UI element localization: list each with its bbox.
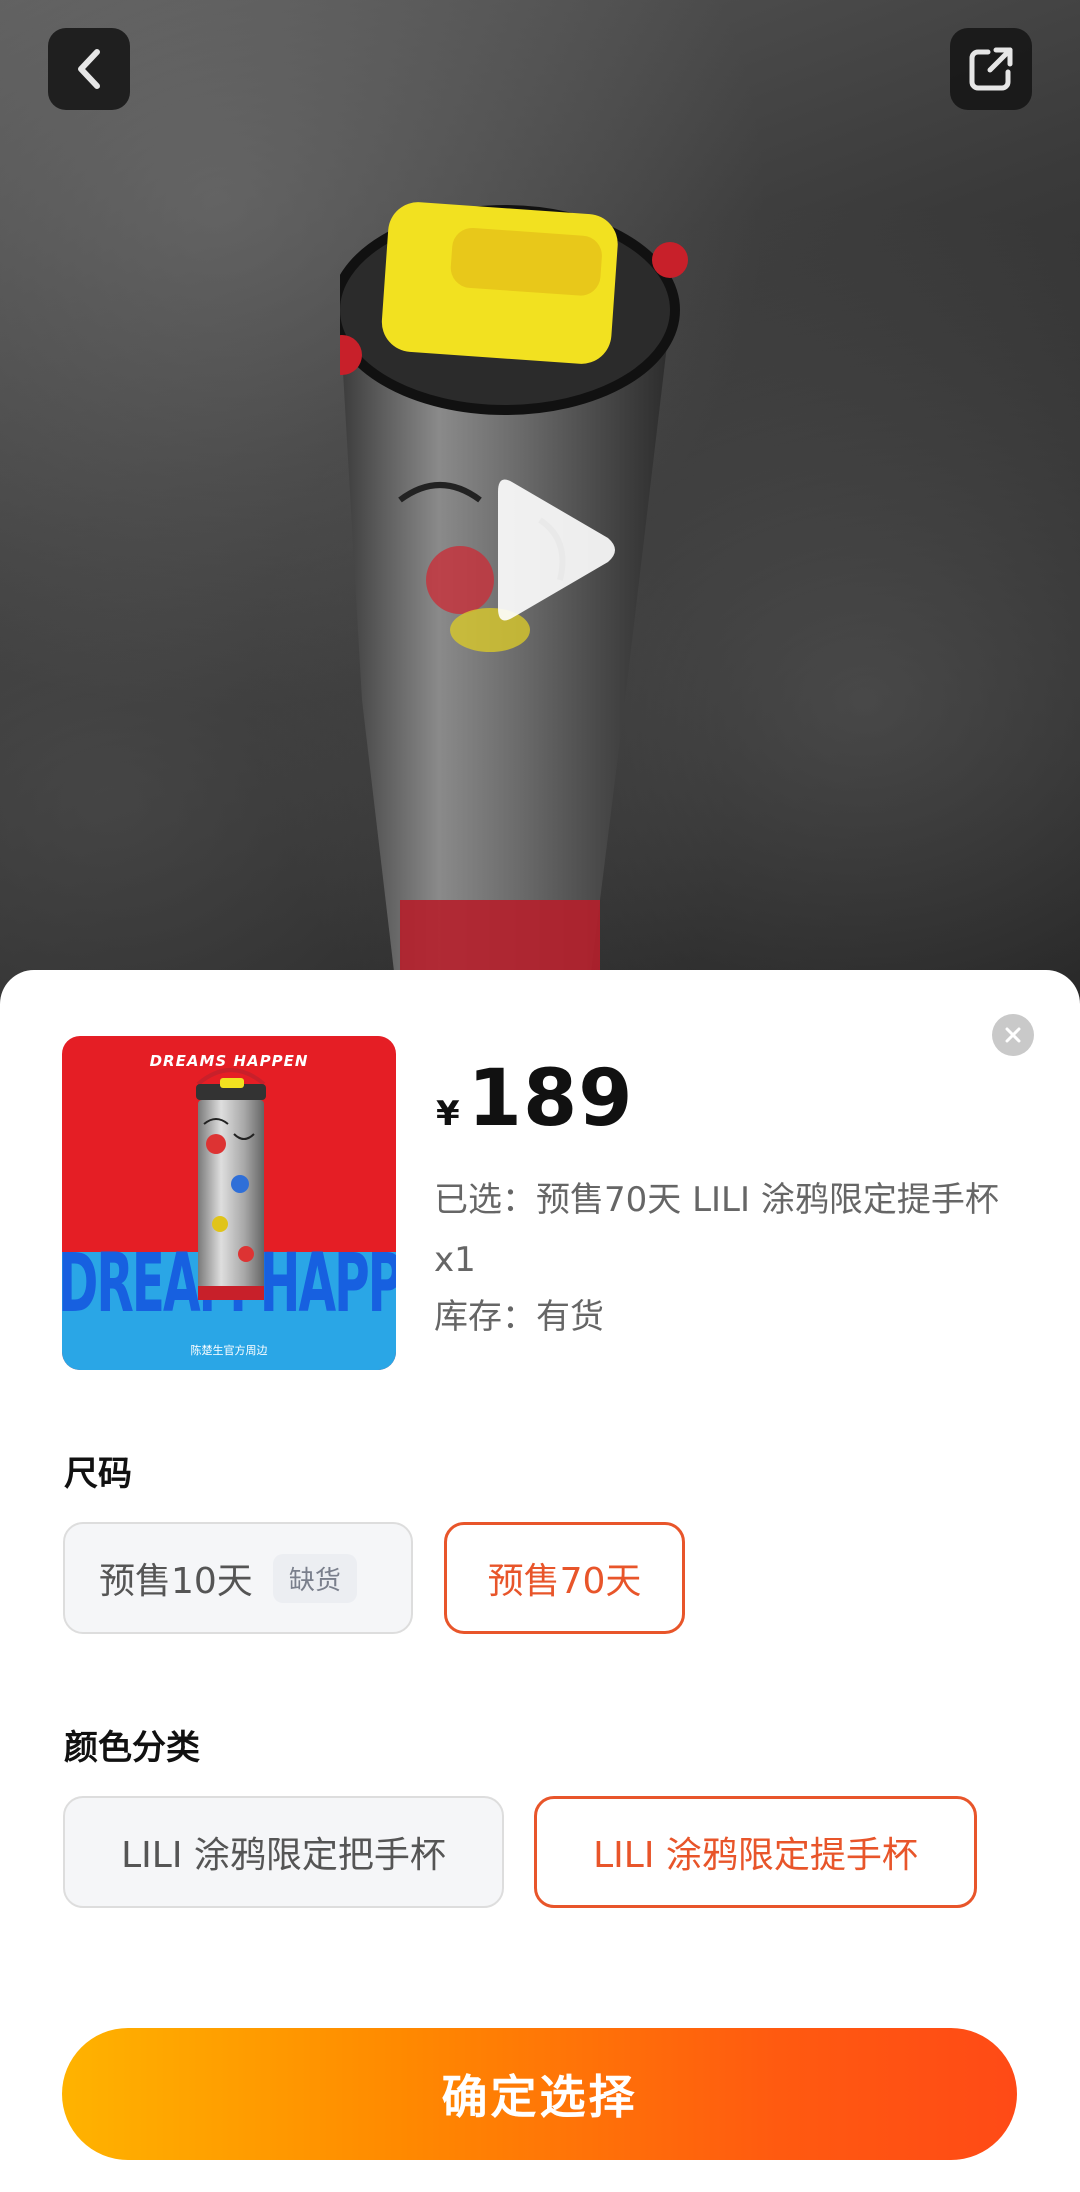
color-option-carry-cup[interactable]: LILI 涂鸦限定提手杯	[534, 1796, 977, 1908]
color-option-label: LILI 涂鸦限定把手杯	[121, 1835, 446, 1876]
size-option-presale-10[interactable]: 预售10天 缺货	[63, 1522, 413, 1634]
out-of-stock-badge: 缺货	[272, 1553, 357, 1603]
currency-symbol: ¥	[436, 1094, 460, 1134]
close-icon	[1005, 1027, 1021, 1043]
color-option-handle-cup[interactable]: LILI 涂鸦限定把手杯	[63, 1796, 504, 1908]
color-section-label: 颜色分类	[64, 1728, 200, 1768]
color-option-label: LILI 涂鸦限定提手杯	[593, 1835, 918, 1876]
close-button[interactable]	[992, 1014, 1034, 1056]
tumbler-icon	[196, 1068, 266, 1300]
product-options-screen: DREAMS HAPPEN DREAM HAPPEN	[0, 0, 1080, 2192]
back-button[interactable]	[48, 28, 130, 110]
share-button[interactable]	[950, 28, 1032, 110]
thumbnail-footer-text: 陈楚生官方周边	[190, 1344, 268, 1357]
play-icon[interactable]	[490, 470, 620, 630]
sku-selector-sheet: DREAMS HAPPEN DREAM HAPPEN	[0, 970, 1080, 2192]
size-option-presale-70[interactable]: 预售70天	[444, 1522, 685, 1634]
price: ¥ 189	[436, 1054, 634, 1144]
price-value: 189	[467, 1054, 634, 1144]
product-video[interactable]	[0, 0, 1080, 1000]
size-option-label: 预售70天	[487, 1561, 642, 1602]
confirm-selection-button[interactable]: 确定选择	[62, 2028, 1017, 2160]
share-icon	[969, 47, 1013, 91]
product-thumbnail: DREAMS HAPPEN DREAM HAPPEN	[62, 1036, 396, 1370]
stock-status: 库存：有货	[434, 1297, 604, 1337]
size-option-label: 预售10天	[99, 1561, 253, 1602]
size-section-label: 尺码	[64, 1454, 132, 1494]
chevron-left-icon	[78, 49, 100, 89]
selected-summary: 已选：预售70天 LILI 涂鸦限定提手杯 x1	[434, 1180, 999, 1280]
